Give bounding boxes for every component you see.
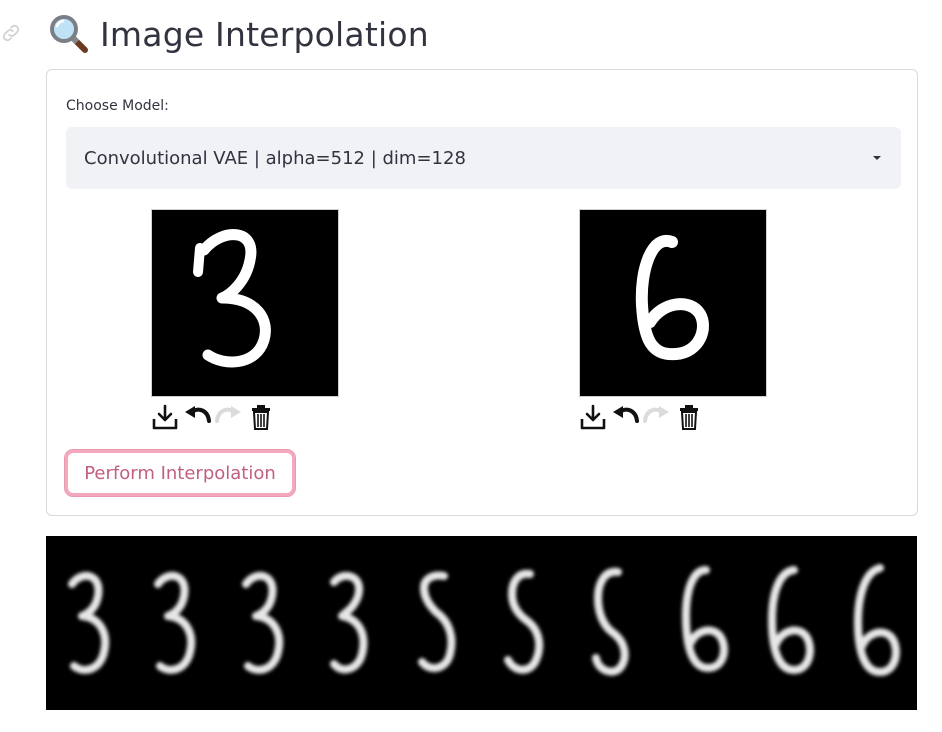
interpolation-result-image xyxy=(46,536,917,710)
undo-icon[interactable] xyxy=(183,403,211,431)
magnifying-glass-icon xyxy=(50,15,88,53)
download-icon[interactable] xyxy=(151,403,179,431)
canvas-toolbar xyxy=(151,402,339,432)
page: Image Interpolation Choose Model: Convol… xyxy=(0,0,942,732)
page-header: Image Interpolation xyxy=(48,10,429,58)
model-select-label: Choose Model: xyxy=(66,98,169,114)
chevron-down-icon xyxy=(873,156,881,160)
link-icon[interactable] xyxy=(0,22,22,44)
trash-icon[interactable] xyxy=(247,403,275,431)
download-icon[interactable] xyxy=(579,403,607,431)
drawing-canvas-right xyxy=(579,209,767,432)
trash-icon[interactable] xyxy=(675,403,703,431)
drawing-canvas[interactable] xyxy=(151,209,339,397)
interpolation-form: Choose Model: Convolutional VAE | alpha=… xyxy=(46,69,918,516)
perform-interpolation-button[interactable]: Perform Interpolation xyxy=(64,449,296,497)
page-title: Image Interpolation xyxy=(100,14,429,54)
undo-icon[interactable] xyxy=(611,403,639,431)
drawing-canvas[interactable] xyxy=(579,209,767,397)
redo-icon[interactable] xyxy=(215,403,243,431)
model-select[interactable]: Convolutional VAE | alpha=512 | dim=128 xyxy=(66,127,901,189)
redo-icon[interactable] xyxy=(643,403,671,431)
model-select-value: Convolutional VAE | alpha=512 | dim=128 xyxy=(84,147,466,169)
canvas-toolbar xyxy=(579,402,767,432)
drawing-canvas-left xyxy=(151,209,339,432)
